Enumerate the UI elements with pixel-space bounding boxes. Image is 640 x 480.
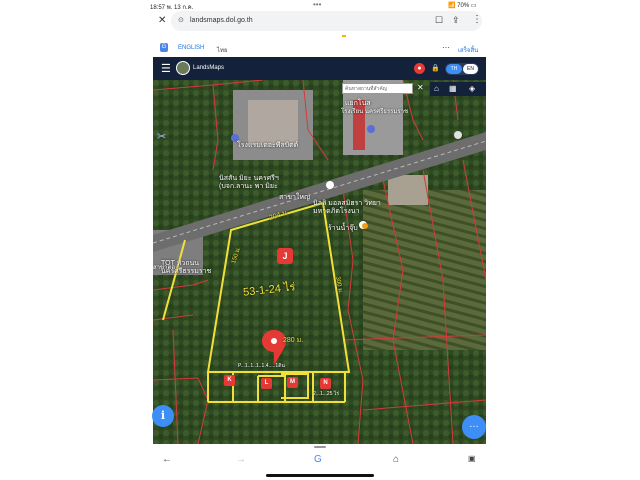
translate-thai-tab[interactable]: ไทย bbox=[217, 45, 228, 55]
cafe-marker[interactable] bbox=[362, 223, 368, 229]
label-hotel: โรงแรมเดอะพีลบิตด์ bbox=[237, 142, 299, 149]
loading-indicator bbox=[342, 35, 346, 37]
bottom-caption: P...1..1..1..1.4.....1ดิน bbox=[238, 363, 285, 369]
plot-marker-j[interactable]: J bbox=[277, 248, 293, 264]
label-shop: นิสสัน มิยะ นครศรีฯ (บจก.ลานะ พา มิยะ bbox=[219, 175, 279, 190]
translate-english-tab[interactable]: ENGLISH bbox=[178, 45, 204, 51]
google-translate-icon: G bbox=[160, 43, 168, 52]
record-icon[interactable]: ● bbox=[414, 63, 425, 74]
app-name: LandsMaps bbox=[193, 65, 225, 71]
poi-marker[interactable] bbox=[454, 131, 462, 139]
label-branch: สาขาใหญ่ bbox=[279, 194, 310, 201]
close-tab-icon[interactable]: ✕ bbox=[158, 15, 166, 26]
plot-marker-l[interactable]: L bbox=[261, 378, 272, 389]
plot-marker-m[interactable]: M bbox=[287, 377, 298, 388]
poi-marker[interactable] bbox=[326, 181, 334, 189]
poi-marker[interactable] bbox=[367, 125, 375, 133]
translate-done-button[interactable]: เสร็จสิ้น bbox=[458, 45, 478, 55]
search-input[interactable]: ค้นหาสถานที่สำคัญ bbox=[342, 83, 413, 94]
building-roof bbox=[248, 100, 298, 145]
url-text[interactable]: landsmaps.dol.go.th bbox=[190, 17, 253, 24]
tabs-count-icon[interactable]: ▣ bbox=[468, 454, 476, 463]
forward-icon[interactable]: → bbox=[236, 454, 246, 465]
grid-icon[interactable]: ▦ bbox=[449, 84, 457, 93]
more-fab-icon[interactable]: … bbox=[462, 415, 486, 439]
search-close-icon[interactable]: ✕ bbox=[417, 83, 424, 92]
translate-more-icon[interactable]: ⋯ bbox=[442, 43, 450, 52]
home-icon[interactable]: ⌂ bbox=[434, 84, 439, 93]
label-cafe: ร้านน้ำจุ๊บ bbox=[328, 225, 358, 232]
plot-marker-n[interactable]: N bbox=[320, 378, 331, 389]
status-bar: 18:57 พ. 13 ก.ค. ••• 📶 70% ▭ bbox=[0, 0, 640, 11]
label-school: โรงเรียน นครศรีธรรมราช bbox=[341, 109, 409, 115]
layers-icon[interactable]: ◈ bbox=[469, 84, 475, 93]
home-gesture-bar bbox=[266, 474, 374, 477]
lot-caption: 2...1...25 ไร่ bbox=[313, 391, 340, 397]
app-logo bbox=[176, 61, 190, 75]
share-icon[interactable]: ⇪ bbox=[452, 15, 460, 26]
lang-en-button[interactable]: EN bbox=[463, 64, 478, 74]
battery-status: 📶 70% ▭ bbox=[448, 3, 477, 9]
label-left: สาขาตอ bbox=[153, 265, 176, 271]
label-bank: นิลลิ มอลสมิฮรา วิทยามหาดภิดโรงนา bbox=[313, 200, 381, 215]
info-icon[interactable]: i bbox=[152, 405, 174, 427]
lang-th-button[interactable]: TH bbox=[446, 64, 462, 74]
bookmark-icon[interactable]: ☐ bbox=[435, 15, 443, 26]
pin-center bbox=[271, 338, 277, 344]
measure-tool-icon[interactable]: ✂ bbox=[157, 130, 166, 143]
google-lens-icon[interactable]: G bbox=[314, 454, 322, 465]
lock-icon[interactable]: 🔒 bbox=[431, 64, 440, 72]
home-nav-icon[interactable]: ⌂ bbox=[393, 454, 399, 465]
building-block bbox=[388, 175, 428, 205]
plot-marker-k[interactable]: K bbox=[224, 375, 235, 386]
satellite-map[interactable]: โรงแรมเดอะพีลบิตด์ นิสสัน มิยะ นครศรีฯ (… bbox=[153, 80, 486, 444]
site-info-icon[interactable]: ⊙ bbox=[178, 16, 184, 24]
measure-bottom: 280 ม. bbox=[283, 337, 304, 344]
multitask-dots[interactable]: ••• bbox=[313, 0, 321, 9]
more-vert-icon[interactable]: ⋮ bbox=[472, 14, 482, 25]
back-icon[interactable]: ← bbox=[162, 454, 172, 465]
tab-indicator bbox=[314, 446, 326, 448]
hamburger-menu-icon[interactable]: ☰ bbox=[161, 62, 171, 75]
